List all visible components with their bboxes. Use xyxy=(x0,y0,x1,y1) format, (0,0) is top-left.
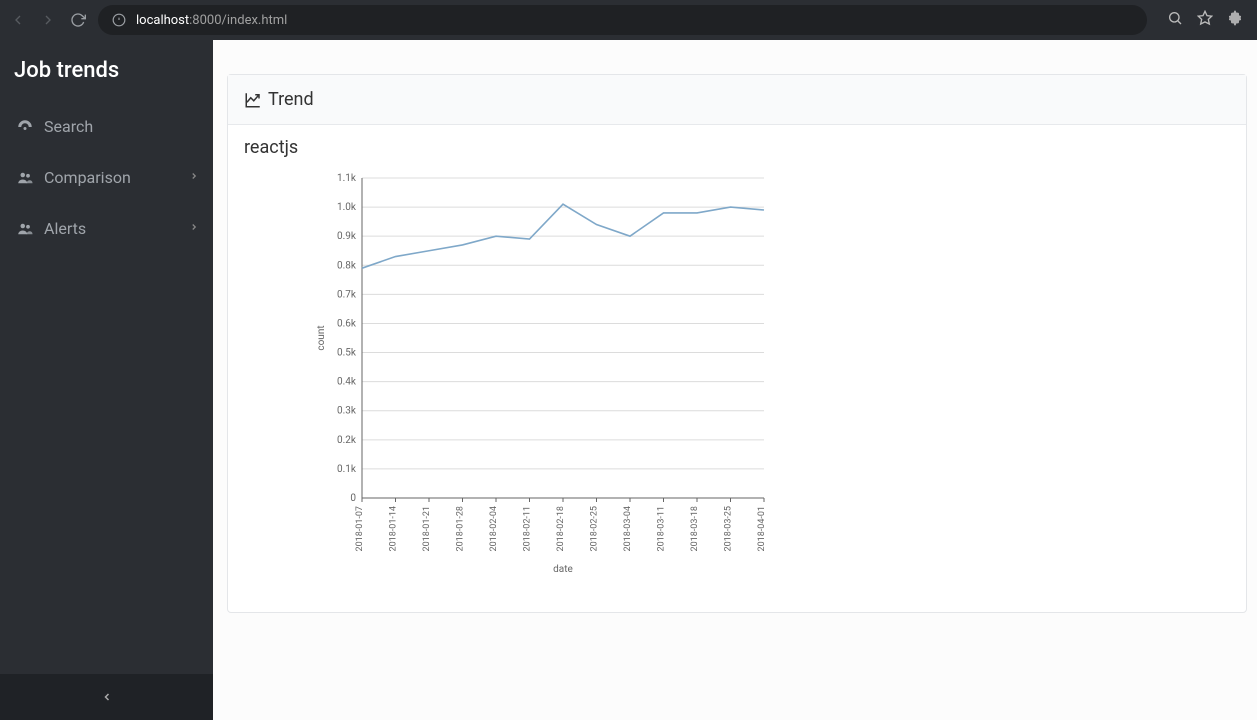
svg-text:2018-02-04: 2018-02-04 xyxy=(489,506,499,551)
users-icon xyxy=(14,220,36,238)
dashboard-icon xyxy=(14,118,36,136)
chart-line-icon xyxy=(244,91,262,109)
main-content: Trend reactjs 00.1k0.2k0.3k0.4k0.5k0.6k0… xyxy=(213,40,1257,720)
svg-text:2018-03-04: 2018-03-04 xyxy=(623,506,633,551)
svg-text:2018-03-18: 2018-03-18 xyxy=(690,506,700,551)
bookmark-icon[interactable] xyxy=(1197,10,1213,30)
svg-text:2018-03-25: 2018-03-25 xyxy=(724,506,734,551)
browser-toolbar: localhost:8000/index.html xyxy=(0,0,1257,40)
svg-text:date: date xyxy=(553,564,573,575)
card-subtitle: reactjs xyxy=(228,125,1246,158)
svg-text:0.7k: 0.7k xyxy=(337,289,357,300)
forward-button[interactable] xyxy=(38,10,58,30)
chevron-right-icon xyxy=(189,222,199,235)
svg-text:0.5k: 0.5k xyxy=(337,348,357,359)
svg-text:2018-03-11: 2018-03-11 xyxy=(657,506,667,551)
url-host: localhost xyxy=(136,13,189,28)
sidebar-item-label: Alerts xyxy=(44,219,86,238)
svg-text:2018-02-18: 2018-02-18 xyxy=(556,506,566,551)
sidebar: Job trends Search Comparison Alerts xyxy=(0,40,213,720)
extensions-icon[interactable] xyxy=(1227,10,1243,30)
users-icon xyxy=(14,169,36,187)
svg-text:0.1k: 0.1k xyxy=(337,464,357,475)
site-info-icon[interactable] xyxy=(112,13,126,27)
svg-text:2018-02-11: 2018-02-11 xyxy=(523,506,533,551)
svg-text:0.2k: 0.2k xyxy=(337,435,357,446)
sidebar-item-search[interactable]: Search xyxy=(0,101,213,152)
chart-container: 0 0.1k 0.2k 0.3k 0.4k 0.5k 0.6k 0.7k 0.8k 0.9k 1.0… xyxy=(228,158,1246,612)
svg-text:2018-01-28: 2018-01-28 xyxy=(456,506,466,551)
svg-text:count: count xyxy=(316,325,327,350)
svg-text:0.3k: 0.3k xyxy=(337,406,357,417)
sidebar-item-label: Search xyxy=(44,117,93,136)
svg-text:2018-01-07: 2018-01-07 xyxy=(355,506,365,551)
card-header: Trend xyxy=(228,75,1246,125)
svg-text:2018-02-25: 2018-02-25 xyxy=(590,506,600,551)
sidebar-item-alerts[interactable]: Alerts xyxy=(0,203,213,254)
trend-card: Trend reactjs 00.1k0.2k0.3k0.4k0.5k0.6k0… xyxy=(227,74,1247,613)
sidebar-item-label: Comparison xyxy=(44,168,131,187)
trend-chart: 0 0.1k 0.2k 0.3k 0.4k 0.5k 0.6k 0.7k 0.8k 0.9k 1.0… xyxy=(244,168,784,578)
chevron-right-icon xyxy=(189,171,199,184)
svg-text:0.6k: 0.6k xyxy=(337,318,357,329)
sidebar-item-comparison[interactable]: Comparison xyxy=(0,152,213,203)
address-bar[interactable]: localhost:8000/index.html xyxy=(98,5,1147,35)
svg-text:1.1k: 1.1k xyxy=(337,173,357,184)
svg-text:0.4k: 0.4k xyxy=(337,377,357,388)
reload-button[interactable] xyxy=(68,10,88,30)
svg-text:2018-04-01: 2018-04-01 xyxy=(757,506,767,551)
svg-text:0.9k: 0.9k xyxy=(337,231,357,242)
sidebar-collapse-button[interactable] xyxy=(0,674,213,720)
app-title: Job trends xyxy=(0,40,213,101)
svg-text:0: 0 xyxy=(350,493,356,504)
back-button[interactable] xyxy=(8,10,28,30)
card-title: Trend xyxy=(268,89,314,110)
svg-text:1.0k: 1.0k xyxy=(337,202,357,213)
svg-text:2018-01-21: 2018-01-21 xyxy=(422,506,432,551)
svg-text:2018-01-14: 2018-01-14 xyxy=(389,506,399,551)
url-path: :8000/index.html xyxy=(189,13,287,28)
svg-text:0.8k: 0.8k xyxy=(337,260,357,271)
zoom-icon[interactable] xyxy=(1167,10,1183,30)
